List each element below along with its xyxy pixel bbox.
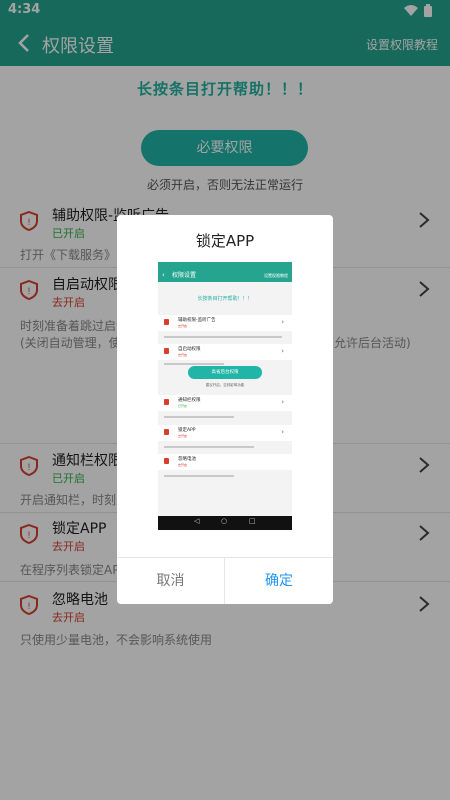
preview-nav-recent-icon: □ [249, 517, 256, 525]
preview-shield-icon [164, 348, 169, 354]
preview-row-name: 锁定APP [178, 428, 196, 433]
preview-row-status: 去开启 [178, 434, 188, 438]
preview-desc-line [164, 363, 224, 365]
preview-back-icon: ‹ [162, 271, 165, 279]
preview-button: 高省后台权限 [188, 366, 262, 379]
preview-row: 自启动权限 去开启 › [158, 344, 292, 360]
preview-sub: 建议开启，否则影响功能 [205, 383, 245, 387]
dialog-preview-image: ‹ 权限设置 设置权限教程 长按条目打开帮助！！！ 辅助权限-监听广告 去开启 … [158, 262, 292, 530]
preview-title: 权限设置 [172, 272, 197, 279]
preview-nav-home-icon: ○ [221, 517, 228, 525]
preview-desc-line [164, 336, 282, 338]
preview-row-status: 去开启 [178, 463, 188, 467]
preview-row-status: 去开启 [178, 353, 188, 357]
preview-row: 忽略电池 去开启 [158, 454, 292, 470]
preview-shield-icon [164, 458, 169, 464]
cancel-button[interactable]: 取消 [117, 558, 225, 604]
preview-row: 锁定APP 去开启 › [158, 425, 292, 441]
preview-nav-back-icon: ◁ [194, 517, 200, 525]
preview-nav-bar: ◁ ○ □ [158, 516, 292, 530]
preview-shield-icon [164, 399, 169, 405]
preview-row-name: 忽略电池 [178, 457, 196, 462]
preview-shield-icon [164, 319, 169, 325]
preview-chevron-icon: › [281, 347, 284, 355]
preview-help: 长按条目打开帮助！！！ [197, 296, 253, 302]
preview-app-bar: ‹ 权限设置 设置权限教程 [158, 269, 292, 282]
preview-desc-line [164, 446, 254, 448]
dialog-title: 锁定APP [195, 232, 255, 250]
preview-shield-icon [164, 429, 169, 435]
preview-chevron-icon: › [281, 318, 284, 326]
preview-row-status: 去开启 [178, 324, 188, 328]
preview-chevron-icon: › [281, 398, 284, 406]
preview-tutorial: 设置权限教程 [264, 273, 288, 278]
dialog-button-bar: 取消 确定 [117, 557, 333, 604]
preview-row: 通知栏权限 已开启 › [158, 395, 292, 411]
preview-desc-line [164, 416, 234, 418]
preview-desc-line [164, 475, 234, 477]
preview-chevron-icon: › [281, 428, 284, 436]
lock-app-dialog: 锁定APP ‹ 权限设置 设置权限教程 长按条目打开帮助！！！ 辅助权限-监听广… [117, 215, 333, 604]
preview-row: 辅助权限-监听广告 去开启 › [158, 315, 292, 331]
confirm-button[interactable]: 确定 [225, 558, 333, 604]
preview-row-name: 辅助权限-监听广告 [178, 318, 216, 323]
preview-row-name: 自启动权限 [178, 347, 201, 352]
preview-row-status: 已开启 [178, 404, 188, 408]
preview-status-bar [158, 262, 292, 269]
preview-row-name: 通知栏权限 [178, 398, 201, 403]
